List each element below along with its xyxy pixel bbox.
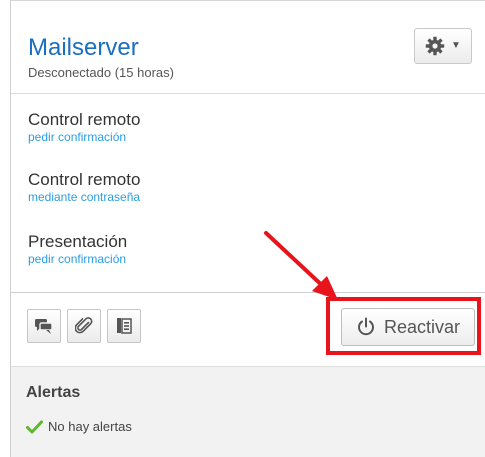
alerts-status-row: No hay alertas: [26, 419, 132, 434]
item-title: Control remoto: [28, 170, 141, 189]
item-title: Presentación: [28, 232, 128, 251]
panel-header: Mailserver Desconectado (15 horas) ▼: [11, 0, 485, 94]
gear-icon: [425, 36, 445, 56]
device-status: Desconectado (15 horas): [28, 65, 174, 80]
alerts-title: Alertas: [26, 384, 81, 401]
device-panel: Mailserver Desconectado (15 horas) ▼ Con…: [10, 0, 485, 457]
item-setting-link[interactable]: pedir confirmación: [28, 252, 127, 267]
list-item[interactable]: Presentación pedir confirmación: [28, 232, 127, 267]
item-setting-link[interactable]: mediante contraseña: [28, 190, 140, 205]
highlight-box: [326, 297, 481, 355]
chevron-down-icon: ▼: [451, 40, 461, 51]
item-setting-link[interactable]: pedir confirmación: [28, 130, 140, 145]
details-button[interactable]: [107, 309, 141, 343]
chat-icon: [35, 319, 53, 334]
checkmark-icon: [26, 420, 43, 433]
details-list-icon: [117, 318, 132, 334]
list-item[interactable]: Control remoto mediante contraseña: [28, 170, 140, 205]
alerts-status-text: No hay alertas: [48, 419, 132, 434]
settings-menu-button[interactable]: ▼: [414, 28, 472, 64]
paperclip-icon: [75, 317, 93, 334]
attach-file-button[interactable]: [67, 309, 101, 343]
item-title: Control remoto: [28, 110, 141, 129]
device-title: Mailserver: [28, 34, 139, 61]
alerts-section: Alertas No hay alertas: [11, 366, 485, 457]
list-item[interactable]: Control remoto pedir confirmación: [28, 110, 140, 145]
chat-button[interactable]: [27, 309, 61, 343]
